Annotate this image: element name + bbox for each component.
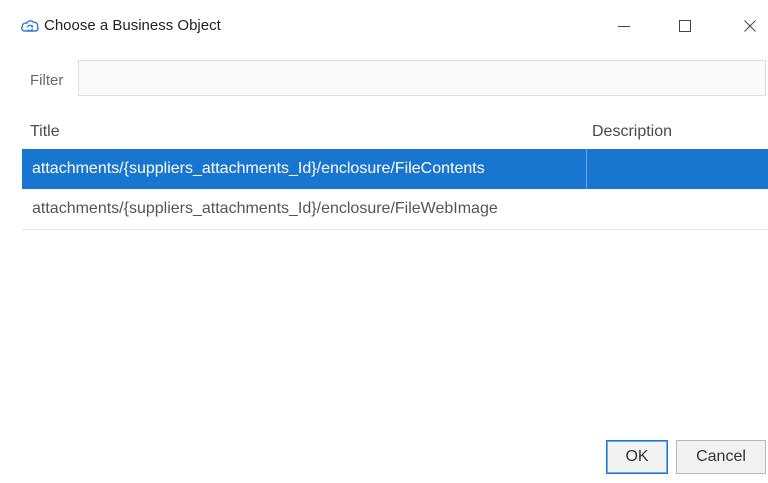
cloud-sync-icon bbox=[20, 17, 40, 35]
minimize-icon bbox=[617, 19, 631, 33]
row-description-cell bbox=[586, 149, 768, 189]
filter-label: Filter bbox=[30, 72, 64, 89]
maximize-icon bbox=[678, 19, 692, 33]
row-title-cell: attachments/{suppliers_attachments_Id}/e… bbox=[32, 160, 485, 177]
table-row[interactable]: attachments/{suppliers_attachments_Id}/e… bbox=[22, 149, 768, 189]
dialog-title: Choose a Business Object bbox=[44, 17, 221, 34]
title-bar[interactable]: Choose a Business Object bbox=[0, 0, 768, 50]
column-header-title[interactable]: Title bbox=[30, 123, 60, 141]
minimize-button[interactable] bbox=[604, 10, 644, 42]
business-object-table: Title Description attachments/{suppliers… bbox=[22, 113, 768, 230]
row-title-cell: attachments/{suppliers_attachments_Id}/e… bbox=[32, 200, 498, 217]
table-header: Title Description bbox=[22, 113, 768, 149]
close-icon bbox=[743, 19, 757, 33]
maximize-button[interactable] bbox=[665, 10, 705, 42]
choose-business-object-dialog: Choose a Business Object Filter Title De… bbox=[0, 0, 768, 483]
table-row[interactable]: attachments/{suppliers_attachments_Id}/e… bbox=[22, 189, 768, 230]
row-description-cell bbox=[586, 189, 768, 229]
close-button[interactable] bbox=[730, 10, 768, 42]
column-header-description[interactable]: Description bbox=[592, 123, 672, 141]
ok-button[interactable]: OK bbox=[606, 440, 668, 474]
filter-input[interactable] bbox=[78, 60, 766, 96]
cancel-button[interactable]: Cancel bbox=[676, 440, 766, 474]
